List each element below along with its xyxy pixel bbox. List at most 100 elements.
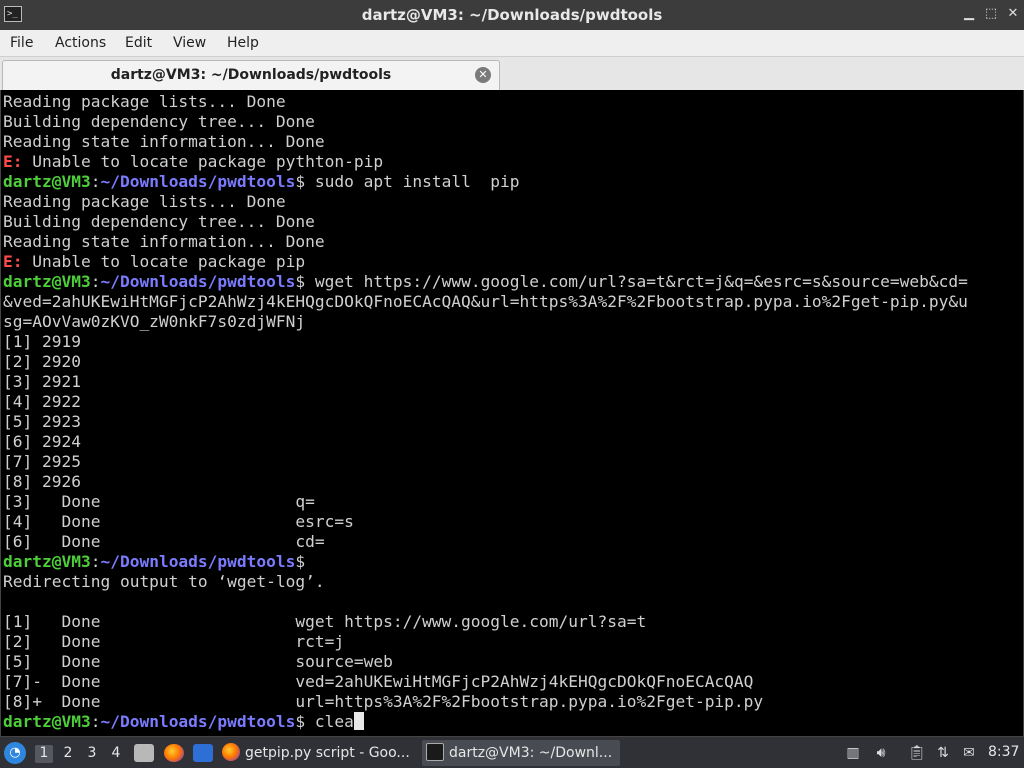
- terminal-line: [2] Done rct=j: [3, 632, 1023, 652]
- clock[interactable]: 8:37: [988, 744, 1019, 768]
- command-text: sudo apt install pip: [305, 172, 520, 191]
- terminal-line: [5] 2923: [3, 412, 1023, 432]
- taskbar: ◔ 1 2 3 4 getpip.py script - Goo... dart…: [0, 736, 1024, 768]
- trash-icon[interactable]: ▥: [844, 744, 862, 762]
- menu-edit[interactable]: Edit: [125, 35, 152, 51]
- terminal-line: E: Unable to locate package pip: [3, 252, 1023, 272]
- terminal-line: dartz@VM3:~/Downloads/pwdtools$ clea: [3, 712, 1023, 732]
- terminal-output: Reading package lists... Done Building de…: [3, 92, 1023, 734]
- terminal-line: [8] 2926: [3, 472, 1023, 492]
- close-button[interactable]: ✕: [1004, 5, 1022, 23]
- volume-icon[interactable]: 🔊︎: [872, 744, 890, 762]
- menu-help[interactable]: Help: [227, 35, 259, 51]
- error-prefix: E:: [3, 252, 23, 271]
- firefox-icon: [222, 743, 240, 761]
- terminal-line: [4] Done esrc=s: [3, 512, 1023, 532]
- output-text: [1] Done wget https://www.google.com/url…: [3, 612, 647, 631]
- prompt-symbol: $: [295, 552, 306, 571]
- output-text: &ved=2ahUKEwiHtMGFjcP2AhWzj4kEHQgcDOkQFn…: [3, 292, 968, 311]
- terminal-line: E: Unable to locate package pythton-pip: [3, 152, 1023, 172]
- terminal-line: sg=AOvVaw0zKVO_zW0nkF7s0zdjWFNj: [3, 312, 1023, 332]
- terminal-line: dartz@VM3:~/Downloads/pwdtools$ sudo apt…: [3, 172, 1023, 192]
- terminal-line: [1] Done wget https://www.google.com/url…: [3, 612, 1023, 632]
- output-text: [2] Done rct=j: [3, 632, 345, 651]
- workspace-2[interactable]: 2: [59, 745, 77, 763]
- terminal-line: [2] 2920: [3, 352, 1023, 372]
- workspace-4[interactable]: 4: [107, 745, 125, 763]
- output-text: Reading package lists... Done: [3, 92, 286, 111]
- terminal-line: dartz@VM3:~/Downloads/pwdtools$ wget htt…: [3, 272, 1023, 292]
- terminal-line: Building dependency tree... Done: [3, 112, 1023, 132]
- start-menu-icon[interactable]: ◔: [4, 742, 26, 764]
- output-text: Reading package lists... Done: [3, 192, 286, 211]
- file-manager-icon[interactable]: [134, 744, 154, 762]
- output-text: [8]+ Done url=https%3A%2F%2Fbootstrap.py…: [3, 692, 764, 711]
- terminal-line: &ved=2ahUKEwiHtMGFjcP2AhWzj4kEHQgcDOkQFn…: [3, 292, 1023, 312]
- menu-file[interactable]: File: [10, 35, 33, 51]
- terminal-line: [3] Done q=: [3, 492, 1023, 512]
- terminal-line: [8]+ Done url=https%3A%2F%2Fbootstrap.py…: [3, 692, 1023, 712]
- output-text: [8] 2926: [3, 472, 81, 491]
- terminal-line: Redirecting output to ‘wget-log’.: [3, 572, 1023, 592]
- terminal-line: Building dependency tree... Done: [3, 212, 1023, 232]
- prompt-symbol: $: [295, 172, 306, 191]
- task-firefox[interactable]: getpip.py script - Goo...: [222, 740, 418, 766]
- task-terminal[interactable]: dartz@VM3: ~/Downl...: [422, 740, 620, 766]
- terminal-line: Reading package lists... Done: [3, 192, 1023, 212]
- tab-terminal[interactable]: dartz@VM3: ~/Downloads/pwdtools ✕: [2, 60, 500, 90]
- tab-close-icon[interactable]: ✕: [475, 67, 491, 83]
- prompt-symbol: $: [295, 272, 306, 291]
- menu-actions[interactable]: Actions: [55, 35, 106, 51]
- tab-label: dartz@VM3: ~/Downloads/pwdtools: [110, 67, 392, 83]
- terminal-line: [3] 2921: [3, 372, 1023, 392]
- menu-bar: File Actions Edit View Help: [0, 30, 1024, 57]
- workspace-3[interactable]: 3: [83, 745, 101, 763]
- command-text: clea: [305, 712, 354, 731]
- error-prefix: E:: [3, 152, 23, 171]
- terminal-line: [4] 2922: [3, 392, 1023, 412]
- workspace-1[interactable]: 1: [35, 745, 53, 763]
- maximize-button[interactable]: ⬚: [982, 5, 1000, 23]
- output-text: Building dependency tree... Done: [3, 112, 315, 131]
- terminal-line: Reading state information... Done: [3, 132, 1023, 152]
- prompt-separator: :: [90, 172, 101, 191]
- notification-icon[interactable]: ✉: [960, 744, 978, 762]
- window-titlebar[interactable]: >_ dartz@VM3: ~/Downloads/pwdtools ▁ ⬚ ✕: [0, 0, 1024, 30]
- terminal-view[interactable]: Reading package lists... Done Building de…: [0, 90, 1024, 736]
- output-text: [3] Done q=: [3, 492, 315, 511]
- terminal-line: [7] 2925: [3, 452, 1023, 472]
- tab-bar: dartz@VM3: ~/Downloads/pwdtools ✕: [0, 57, 1024, 90]
- terminal-line: dartz@VM3:~/Downloads/pwdtools$: [3, 552, 1023, 572]
- output-text: [4] 2922: [3, 392, 81, 411]
- clipboard-icon[interactable]: 📋︎: [908, 744, 926, 762]
- menu-view[interactable]: View: [173, 35, 206, 51]
- prompt-path: ~/Downloads/pwdtools: [100, 712, 296, 731]
- terminal-line: [6] 2924: [3, 432, 1023, 452]
- task-label: getpip.py script - Goo...: [245, 745, 410, 761]
- minimize-button[interactable]: ▁: [960, 5, 978, 23]
- output-text: [7] 2925: [3, 452, 81, 471]
- show-desktop-icon[interactable]: [193, 744, 213, 762]
- network-icon[interactable]: ⇅: [934, 744, 952, 762]
- output-text: Redirecting output to ‘wget-log’.: [3, 572, 325, 591]
- output-text: Reading state information... Done: [3, 132, 325, 151]
- output-text: [1] 2919: [3, 332, 81, 351]
- terminal-line: [7]- Done ved=2ahUKEwiHtMGFjcP2AhWzj4kEH…: [3, 672, 1023, 692]
- output-text: [3] 2921: [3, 372, 81, 391]
- prompt-symbol: $: [295, 712, 306, 731]
- prompt-user: dartz@VM3: [3, 712, 91, 731]
- output-text: Reading state information... Done: [3, 232, 325, 251]
- output-text: Building dependency tree... Done: [3, 212, 315, 231]
- terminal-cursor: [353, 712, 364, 730]
- prompt-separator: :: [90, 552, 101, 571]
- output-text: [7]- Done ved=2ahUKEwiHtMGFjcP2AhWzj4kEH…: [3, 672, 754, 691]
- task-label: dartz@VM3: ~/Downl...: [449, 745, 613, 761]
- command-text: wget https://www.google.com/url?sa=t&rct…: [305, 272, 968, 291]
- output-text: [6] Done cd=: [3, 532, 325, 551]
- firefox-icon[interactable]: [164, 744, 184, 762]
- terminal-line: [6] Done cd=: [3, 532, 1023, 552]
- output-text: [6] 2924: [3, 432, 81, 451]
- terminal-line: [1] 2919: [3, 332, 1023, 352]
- error-message: Unable to locate package pip: [22, 252, 306, 271]
